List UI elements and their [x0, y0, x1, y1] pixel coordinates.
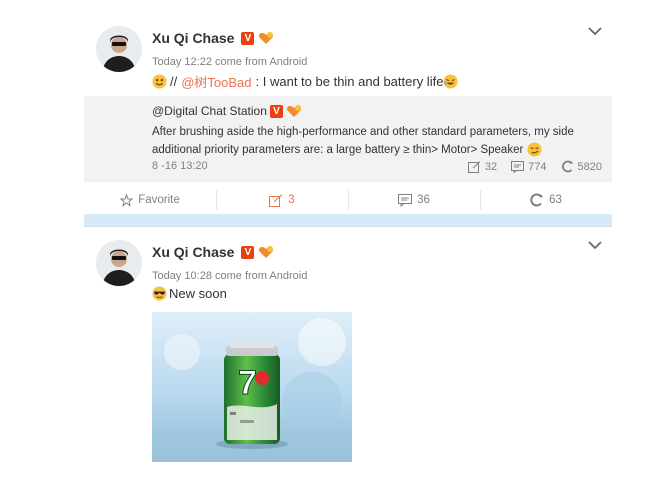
v-badge-icon: V	[241, 31, 255, 45]
repost-count[interactable]: 32	[467, 160, 498, 173]
repost-body: After brushing aside the high-performanc…	[152, 123, 602, 159]
weibo-post: Xu Qi Chase V Today 10:28 come from Andr…	[84, 228, 612, 478]
smirk-emoji-icon	[526, 142, 542, 157]
comment-button[interactable]: 36	[348, 186, 480, 214]
like-icon	[530, 193, 544, 207]
post-photo[interactable]: 7	[152, 312, 352, 462]
fan-badge-icon	[259, 246, 274, 258]
text-prefix: //	[170, 74, 178, 89]
v-badge-icon: V	[241, 245, 255, 259]
repost-count-label: 32	[484, 160, 498, 173]
post-meta: Today 10:28 come from Android	[152, 270, 308, 282]
repost-body-text: After brushing aside the high-performanc…	[152, 126, 574, 156]
post-text: // @树TooBad : I want to be thin and batt…	[152, 72, 458, 91]
fan-badge-icon	[259, 32, 274, 44]
author-name[interactable]: Xu Qi Chase	[152, 244, 234, 260]
repost-icon	[467, 160, 481, 173]
comment-label: 36	[417, 194, 430, 206]
repost-stats: 32 774 5820	[467, 160, 602, 173]
post-text-label: New soon	[169, 286, 227, 301]
favorite-button[interactable]: Favorite	[84, 186, 216, 214]
repost-icon	[269, 193, 283, 207]
svg-text:7: 7	[238, 364, 257, 402]
like-label: 63	[549, 194, 562, 206]
author-row: Xu Qi Chase V	[152, 244, 274, 260]
comment-count-label: 774	[528, 160, 547, 173]
fan-badge-icon	[286, 105, 301, 117]
repost-button[interactable]: 3	[216, 186, 348, 214]
chevron-down-icon[interactable]	[588, 26, 602, 36]
repost-time: 8 -16 13:20	[152, 160, 208, 172]
text-suffix: : I want to be thin and battery life	[255, 74, 444, 89]
mention-link[interactable]: @树TooBad	[181, 72, 251, 91]
like-count[interactable]: 5820	[561, 160, 602, 173]
post-meta: Today 12:22 come from Android	[152, 56, 308, 68]
like-count-label: 5820	[577, 160, 602, 173]
grin-emoji-icon	[152, 74, 167, 89]
repost-box[interactable]: @Digital Chat Station V After brushing a…	[84, 96, 612, 182]
post-text: New soon	[152, 286, 227, 301]
v-badge-icon: V	[269, 104, 283, 118]
sunglasses-emoji-icon	[152, 286, 167, 301]
laugh-emoji-icon	[443, 74, 458, 89]
favorite-label: Favorite	[138, 194, 180, 206]
avatar[interactable]	[96, 240, 142, 286]
author-name[interactable]: Xu Qi Chase	[152, 30, 234, 46]
star-icon	[120, 193, 134, 207]
repost-author-row: @Digital Chat Station V	[152, 104, 302, 118]
comment-icon	[511, 160, 525, 173]
author-row: Xu Qi Chase V	[152, 30, 274, 46]
like-icon	[561, 160, 573, 173]
like-button[interactable]: 63	[480, 186, 612, 214]
repost-author[interactable]: @Digital Chat Station	[152, 104, 267, 118]
comment-count[interactable]: 774	[511, 160, 547, 173]
weibo-post: Xu Qi Chase V Today 12:22 come from Andr…	[84, 14, 612, 214]
avatar[interactable]	[96, 26, 142, 72]
feed-divider	[84, 214, 612, 227]
comment-icon	[398, 193, 413, 207]
action-bar: Favorite 3 36 63	[84, 186, 612, 214]
chevron-down-icon[interactable]	[588, 240, 602, 250]
repost-label: 3	[288, 194, 295, 206]
